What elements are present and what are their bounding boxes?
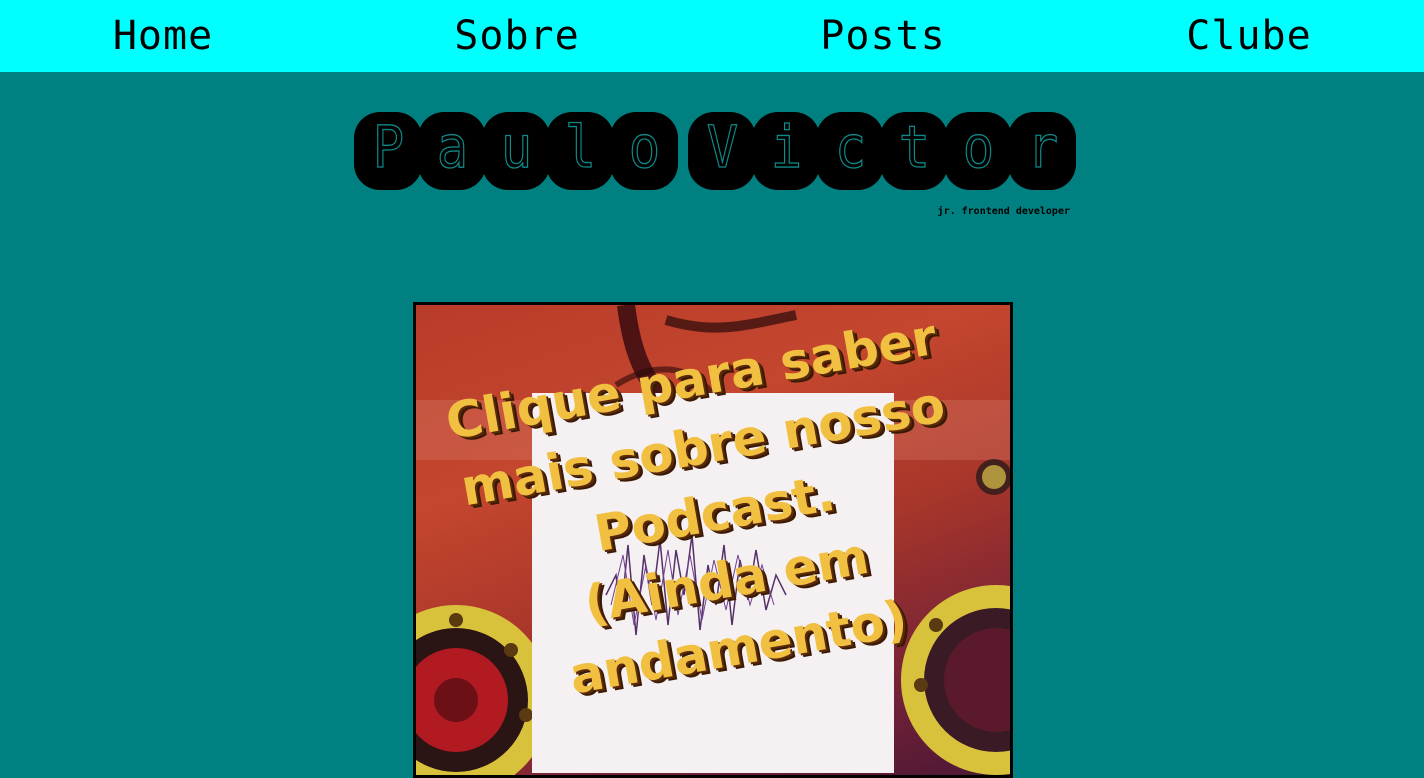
nav-sobre-link[interactable]: Sobre xyxy=(454,0,579,72)
logo-tile: r xyxy=(1008,112,1076,190)
logo-letter: l xyxy=(564,113,597,181)
logo-tile: l xyxy=(546,112,614,190)
podcast-banner-link[interactable]: Clique para saber mais sobre nosso Podca… xyxy=(413,302,1013,778)
nav-posts-link[interactable]: Posts xyxy=(820,0,945,72)
logo-tile: V xyxy=(688,112,756,190)
logo-tile: P xyxy=(354,112,422,190)
logo-tile: u xyxy=(482,112,550,190)
logo-letter: V xyxy=(706,113,739,181)
logo-tile: o xyxy=(944,112,1012,190)
logo-tile: o xyxy=(610,112,678,190)
logo-letter: P xyxy=(372,113,405,181)
site-subtitle: jr. frontend developer xyxy=(937,206,1070,217)
logo-letter: c xyxy=(834,113,867,181)
logo-tile: i xyxy=(752,112,820,190)
logo-letter: r xyxy=(1026,113,1059,181)
logo-letter: a xyxy=(436,113,469,181)
logo-letter: o xyxy=(962,113,995,181)
nav-clube-link[interactable]: Clube xyxy=(1186,0,1311,72)
logo-tile: t xyxy=(880,112,948,190)
logo-tile: c xyxy=(816,112,884,190)
logo-letter: i xyxy=(770,113,803,181)
top-nav: Home Sobre Posts Clube xyxy=(0,0,1424,72)
logo-letter: u xyxy=(500,113,533,181)
logo-letter: t xyxy=(898,113,931,181)
nav-home-link[interactable]: Home xyxy=(113,0,213,72)
logo-letter: o xyxy=(628,113,661,181)
logo-tile: a xyxy=(418,112,486,190)
site-logo: P a u l o V i c t o r xyxy=(354,112,1076,190)
